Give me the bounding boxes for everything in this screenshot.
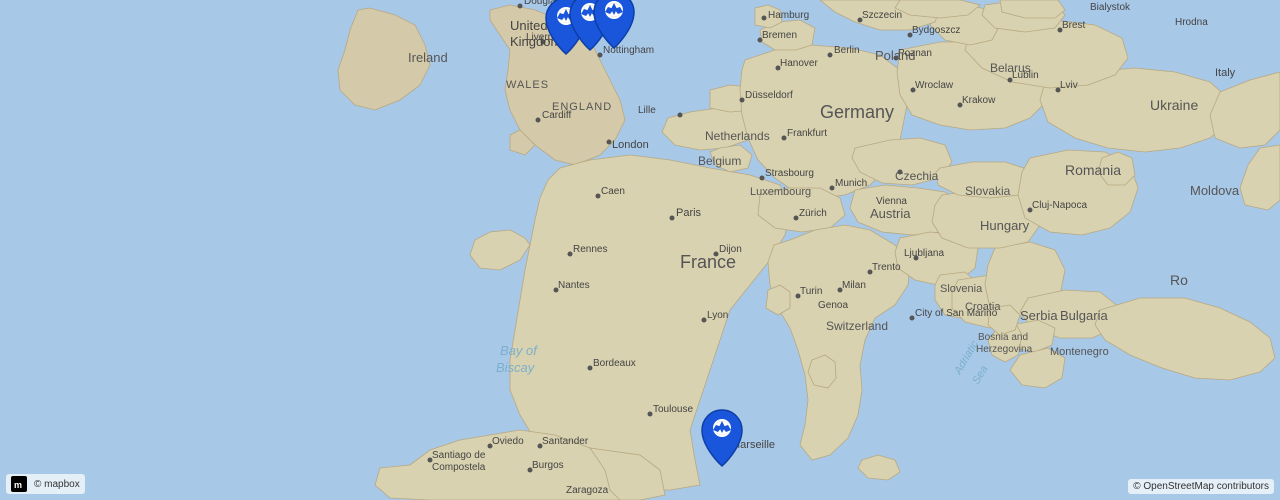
svg-text:Ireland: Ireland [408, 50, 448, 65]
svg-text:Zaragoza: Zaragoza [566, 485, 609, 496]
svg-text:Santiago de: Santiago de [432, 450, 486, 461]
map-attribution-left[interactable]: m © mapbox [6, 474, 85, 494]
svg-text:Bay of: Bay of [500, 343, 538, 358]
svg-text:Milan: Milan [842, 280, 866, 291]
svg-text:Wroclaw: Wroclaw [915, 80, 954, 91]
svg-text:United: United [510, 18, 548, 33]
svg-text:Cardiff: Cardiff [542, 110, 571, 121]
svg-text:Turin: Turin [800, 286, 822, 297]
svg-text:Bremen: Bremen [762, 30, 797, 41]
svg-text:Vienna: Vienna [876, 196, 907, 207]
svg-text:Switzerland: Switzerland [826, 319, 888, 333]
svg-text:WALES: WALES [506, 79, 549, 91]
svg-text:Santander: Santander [542, 436, 589, 447]
svg-text:Bosnia and: Bosnia and [978, 332, 1028, 343]
svg-text:Netherlands: Netherlands [705, 129, 770, 143]
svg-text:Biscay: Biscay [496, 360, 536, 375]
svg-text:Toulouse: Toulouse [653, 404, 693, 415]
svg-text:Bulgaria: Bulgaria [1060, 308, 1108, 323]
map-attribution-right: © OpenStreetMap contributors [1128, 479, 1274, 494]
svg-text:Rennes: Rennes [573, 244, 607, 255]
svg-text:Bordeaux: Bordeaux [593, 358, 636, 369]
svg-text:Munich: Munich [835, 178, 867, 189]
svg-text:Strasbourg: Strasbourg [765, 168, 814, 179]
svg-text:Hanover: Hanover [780, 58, 818, 69]
mapbox-text: © mapbox [34, 479, 80, 490]
svg-text:Ljubljana: Ljubljana [904, 248, 944, 259]
svg-text:Luxembourg: Luxembourg [750, 186, 811, 198]
svg-text:France: France [680, 252, 736, 272]
svg-text:Brest: Brest [1062, 20, 1086, 31]
svg-text:Bialystok: Bialystok [1090, 2, 1131, 13]
svg-text:Lyon: Lyon [707, 310, 728, 321]
svg-text:Herzegovina: Herzegovina [976, 344, 1033, 355]
svg-text:Frankfurt: Frankfurt [787, 128, 827, 139]
svg-text:Lille: Lille [638, 105, 656, 116]
svg-text:Paris: Paris [676, 207, 702, 219]
svg-text:Lviv: Lviv [1060, 80, 1078, 91]
svg-text:Ro: Ro [1170, 272, 1188, 288]
svg-text:Austria: Austria [870, 206, 911, 221]
svg-text:London: London [612, 139, 649, 151]
svg-text:Romania: Romania [1065, 162, 1121, 178]
svg-text:Hamburg: Hamburg [768, 10, 809, 21]
svg-text:Hrodna: Hrodna [1175, 17, 1208, 28]
svg-text:Berlin: Berlin [834, 45, 860, 56]
svg-text:Montenegro: Montenegro [1050, 346, 1109, 358]
svg-text:Cluj-Napoca: Cluj-Napoca [1032, 200, 1087, 211]
svg-text:Moldova: Moldova [1190, 183, 1240, 198]
svg-text:Slovenia: Slovenia [940, 283, 983, 295]
svg-text:Nottingham: Nottingham [603, 45, 654, 56]
svg-text:Italy: Italy [1215, 67, 1236, 79]
svg-text:Genoa: Genoa [818, 300, 848, 311]
svg-text:Krakow: Krakow [962, 95, 996, 106]
svg-text:Slovakia: Slovakia [965, 184, 1011, 198]
svg-text:Nantes: Nantes [558, 280, 590, 291]
svg-text:Dijon: Dijon [719, 244, 742, 255]
svg-text:Burgos: Burgos [532, 460, 564, 471]
svg-text:Czechia: Czechia [895, 169, 939, 183]
svg-text:m: m [14, 480, 22, 490]
svg-text:Germany: Germany [820, 102, 894, 122]
svg-text:Szczecin: Szczecin [862, 10, 902, 21]
svg-text:Compostela: Compostela [432, 462, 486, 473]
svg-text:Oviedo: Oviedo [492, 436, 524, 447]
svg-text:Düsseldorf: Düsseldorf [745, 90, 793, 101]
svg-text:Ukraine: Ukraine [1150, 97, 1198, 113]
svg-text:Zürich: Zürich [799, 208, 827, 219]
svg-text:Hungary: Hungary [980, 218, 1030, 233]
svg-text:City of San Marino: City of San Marino [915, 308, 998, 319]
svg-text:Poznan: Poznan [898, 48, 932, 59]
svg-text:Bydgoszcz: Bydgoszcz [912, 25, 960, 36]
svg-text:Belgium: Belgium [698, 154, 741, 168]
svg-text:Caen: Caen [601, 186, 625, 197]
svg-text:Trento: Trento [872, 262, 901, 273]
map-svg: Ireland WALES ENGLAND United Kingdom Fra… [0, 0, 1280, 500]
map-container[interactable]: Ireland WALES ENGLAND United Kingdom Fra… [0, 0, 1280, 500]
svg-text:Lublin: Lublin [1012, 70, 1039, 81]
svg-text:Serbia: Serbia [1020, 308, 1058, 323]
